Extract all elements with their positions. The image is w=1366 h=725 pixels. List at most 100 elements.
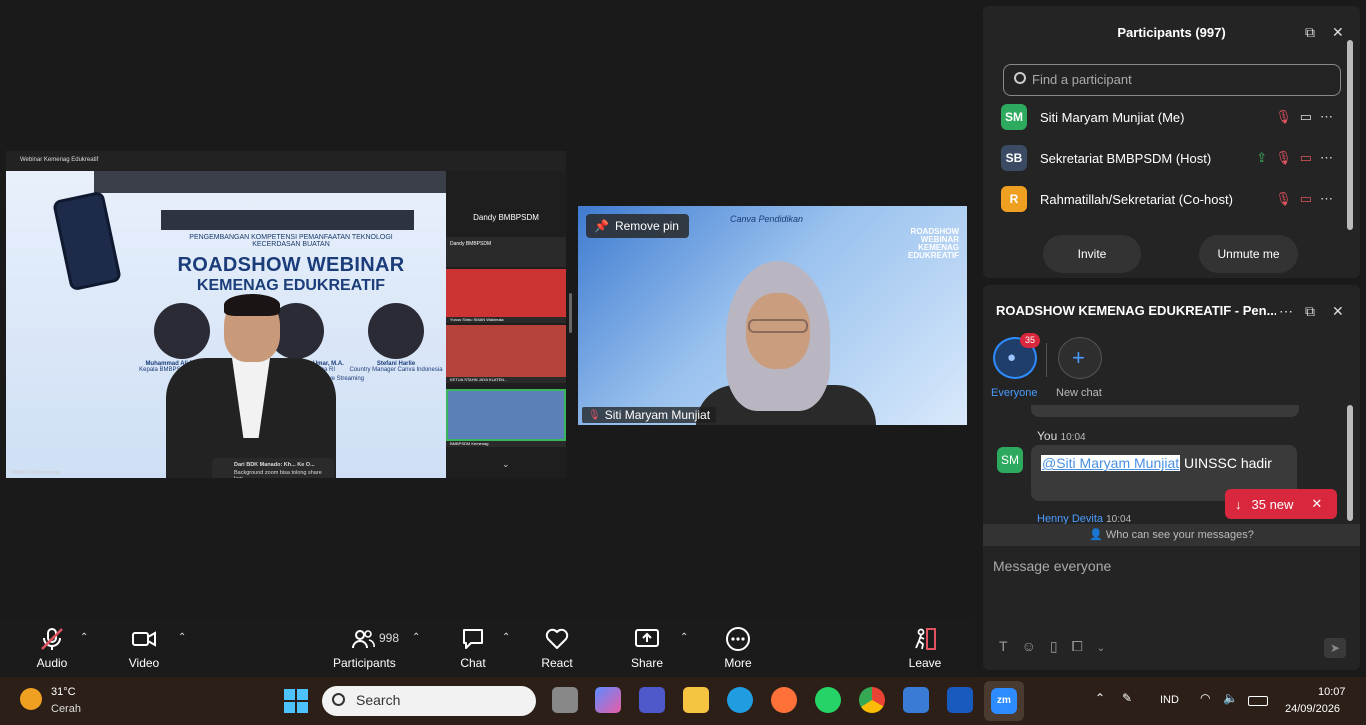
participants-options-caret[interactable]: ⌃ [412,632,420,643]
new-chat-label: New chat [1056,387,1102,399]
presenter-video [166,294,336,478]
text-format-icon[interactable]: T [999,638,1022,654]
participant-count: 998 [379,631,400,645]
side-thumb-2-label: Yunus Sinbu SMAN Wakimala [446,317,566,323]
popout-icon[interactable]: ⧉ [1305,24,1315,41]
avatar: R [1001,186,1027,212]
tray-overflow-icon[interactable]: ⌃ [1095,691,1105,705]
more-options-icon: ⋯ [1320,191,1341,206]
participants-panel-title: Participants (997) [1117,25,1226,40]
participant-row[interactable]: SM Siti Maryam Munjiat (Me) 🎙▭⋯ [1001,104,1341,132]
taskbar-search-input[interactable]: Search [322,686,536,716]
react-button[interactable]: React [527,626,587,670]
emoji-icon[interactable]: ☺ [1022,638,1050,654]
video-off-icon: ▭ [1299,191,1320,206]
volume-icon[interactable]: 🔈 [1223,691,1238,705]
word-icon[interactable] [947,687,973,713]
weather-icon[interactable] [20,688,42,710]
participant-video [696,261,876,425]
share-options-caret[interactable]: ⌃ [680,632,688,643]
pin-icon: 📌 [594,219,609,233]
close-icon[interactable]: ✕ [1332,24,1344,41]
muted-mic-icon: 🎙 [588,409,601,421]
send-button[interactable]: ➤ [1324,638,1346,658]
everyone-tab-label: Everyone [991,387,1038,399]
windows-start-icon[interactable] [284,689,308,713]
previous-message-bubble [1031,405,1299,417]
more-options-icon: ⋯ [1320,109,1341,124]
file-icon[interactable]: ▯ [1050,638,1072,654]
chat-options-caret[interactable]: ⌃ [502,632,510,643]
side-gallery-name: Dandy BMBPSDM [473,213,539,222]
leave-button[interactable]: Leave [895,626,955,670]
unmute-me-button[interactable]: Unmute me [1199,235,1298,273]
plus-icon: + [1072,345,1085,370]
muted-mic-icon: 🎙 [1275,191,1300,206]
share-button[interactable]: Share [617,626,677,670]
new-chat-button[interactable]: + [1058,337,1102,379]
screen-share-tile[interactable]: Webinar Kemenag Edukreatif PENGEMBANGAN … [6,151,566,478]
participant-row[interactable]: SB Sekretariat BMBPSDM (Host) ⇪🎙▭⋯ [1001,145,1341,173]
audio-button[interactable]: Audio [22,626,82,670]
participant-row[interactable]: R Rahmatillah/Sekretariat (Co-host) 🎙▭⋯ [1001,186,1341,214]
clock-time[interactable]: 10:07 [1318,686,1346,698]
photos-icon[interactable] [903,687,929,713]
chevron-down-icon[interactable]: ⌄ [1097,643,1119,654]
copilot-icon[interactable] [595,687,621,713]
shared-slide: PENGEMBANGAN KOMPETENSI PEMANFAATAN TEKN… [6,171,506,478]
chat-button[interactable]: Chat [443,626,503,670]
wifi-icon[interactable]: ◠ [1200,691,1210,705]
chat-scrollbar[interactable] [1347,405,1353,521]
popout-icon[interactable]: ⧉ [1305,303,1315,320]
more-options-icon[interactable]: ⋯ [1279,303,1293,320]
pinned-video-tile[interactable]: Canva Pendidikan ROADSHOW WEBINAR KEMENA… [578,206,967,425]
message-header: You 10:04 [1037,429,1086,443]
edge-icon[interactable] [727,687,753,713]
participant-status-icons: 🎙▭⋯ [1275,109,1341,125]
audio-options-caret[interactable]: ⌃ [80,632,88,643]
close-icon[interactable]: ✕ [1311,496,1322,512]
message-input[interactable]: Message everyone [993,558,1111,574]
speaker-photo-3 [368,303,424,359]
video-off-icon: ▭ [1299,150,1320,165]
who-can-see-link[interactable]: 👤 Who can see your messages? [983,524,1360,546]
input-language[interactable]: IND [1160,694,1179,706]
remove-pin-button[interactable]: 📌 Remove pin [586,214,689,238]
search-icon [332,693,345,706]
participants-panel: Participants (997) ⧉ ✕ Find a participan… [983,6,1360,278]
participant-status-icons: 🎙▭⋯ [1275,191,1341,207]
side-scroll-down-icon[interactable]: ⌄ [502,459,510,470]
participants-icon [352,630,375,649]
muted-mic-icon: 🎙 [1275,150,1300,165]
video-camera-icon: ▭ [1299,109,1320,124]
video-options-caret[interactable]: ⌃ [178,632,186,643]
new-messages-button[interactable]: ↓ 35 new ✕ [1225,489,1337,519]
screenshot-icon[interactable]: ⧠ [1072,638,1097,654]
participants-scrollbar[interactable] [1347,40,1353,230]
invite-button[interactable]: Invite [1043,235,1141,273]
meeting-stage: Webinar Kemenag Edukreatif PENGEMBANGAN … [0,0,980,620]
video-button[interactable]: Video [114,626,174,670]
close-icon[interactable]: ✕ [1332,303,1344,320]
chat-panel-title: ROADSHOW KEMENAG EDUKREATIF - Pen... [996,303,1276,318]
battery-icon[interactable] [1248,696,1268,706]
mention[interactable]: @Siti Maryam Munjiat [1041,455,1181,471]
clock-date[interactable]: 24/09/2026 [1285,703,1340,715]
camera-background-text: ROADSHOW WEBINAR KEMENAG EDUKREATIF [908,227,959,260]
task-view-icon[interactable] [552,687,578,713]
participant-name: Sekretariat BMBPSDM (Host) [1040,151,1212,166]
zoom-taskbar-active[interactable]: zm [984,681,1024,721]
participant-search-input[interactable]: Find a participant [1003,64,1341,96]
tile-resize-handle[interactable] [569,293,572,333]
leave-icon [915,628,936,650]
file-explorer-icon[interactable] [683,687,709,713]
whatsapp-icon[interactable] [815,687,841,713]
chrome-icon[interactable] [859,687,885,713]
meeting-toolbar: Audio ⌃ Video ⌃ Participants 998 ⌃ Chat … [0,620,975,677]
pen-tray-icon[interactable]: ✎ [1122,691,1132,705]
teams-icon[interactable] [639,687,665,713]
avatar: SM [1001,104,1027,130]
firefox-icon[interactable] [771,687,797,713]
more-button[interactable]: More [708,626,768,670]
chat-panel: ROADSHOW KEMENAG EDUKREATIF - Pen... ⋯ ⧉… [983,285,1360,670]
